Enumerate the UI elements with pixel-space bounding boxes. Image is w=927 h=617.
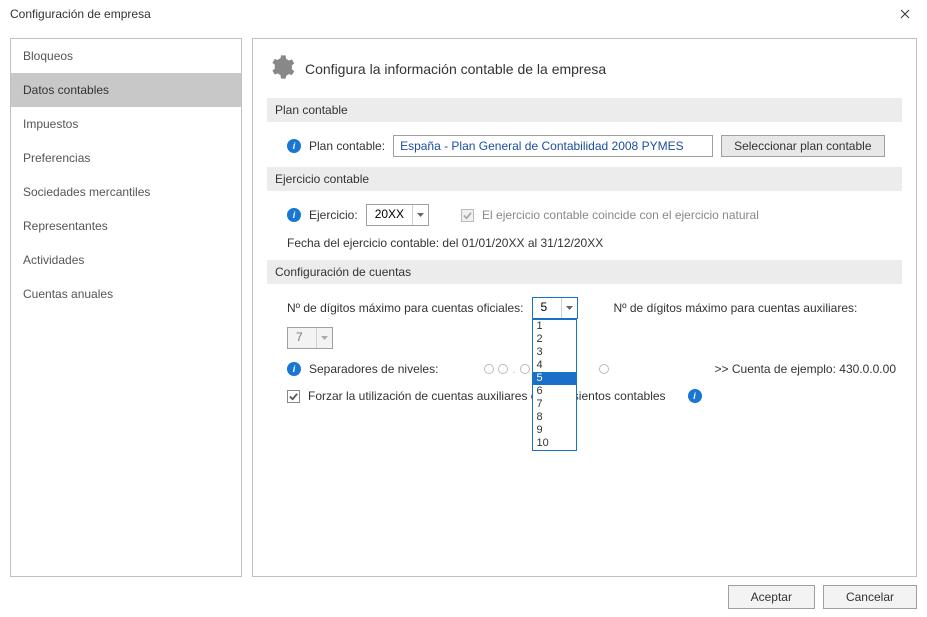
sidebar-item-impuestos[interactable]: Impuestos	[11, 107, 241, 141]
cancelar-button[interactable]: Cancelar	[823, 585, 917, 609]
forzar-label: Forzar la utilización de cuentas auxilia…	[308, 389, 666, 403]
plan-contable-label: Plan contable:	[309, 139, 385, 153]
ejercicio-label: Ejercicio:	[309, 208, 358, 222]
plan-contable-input[interactable]	[393, 135, 713, 157]
section-plan-contable: Plan contable	[267, 98, 902, 122]
sidebar-item-cuentas-anuales[interactable]: Cuentas anuales	[11, 277, 241, 311]
dropdown-item[interactable]: 4	[533, 359, 576, 372]
dropdown-item[interactable]: 7	[533, 398, 576, 411]
sidebar-item-preferencias[interactable]: Preferencias	[11, 141, 241, 175]
window-title: Configuración de empresa	[10, 7, 151, 21]
gear-icon	[267, 53, 295, 84]
content-panel: Configura la información contable de la …	[252, 38, 917, 577]
info-icon[interactable]: i	[688, 389, 702, 403]
dropdown-item[interactable]: 8	[533, 411, 576, 424]
cuenta-ejemplo-label: >> Cuenta de ejemplo: 430.0.0.00	[715, 362, 896, 376]
info-icon[interactable]: i	[287, 208, 301, 222]
seleccionar-plan-button[interactable]: Seleccionar plan contable	[721, 135, 884, 157]
dropdown-item[interactable]: 2	[533, 333, 576, 346]
auxiliares-combo[interactable]: 7	[287, 327, 333, 349]
oficiales-combo[interactable]: 5	[532, 297, 578, 319]
sidebar: Bloqueos Datos contables Impuestos Prefe…	[10, 38, 242, 577]
close-icon[interactable]	[891, 3, 919, 25]
chevron-down-icon[interactable]	[316, 328, 332, 348]
page-title: Configura la información contable de la …	[305, 61, 606, 77]
sidebar-item-representantes[interactable]: Representantes	[11, 209, 241, 243]
info-icon[interactable]: i	[287, 139, 301, 153]
auxiliares-label: Nº de dígitos máximo para cuentas auxili…	[614, 301, 858, 315]
aceptar-button[interactable]: Aceptar	[728, 585, 815, 609]
forzar-checkbox[interactable]	[287, 390, 300, 403]
chevron-down-icon[interactable]	[412, 205, 428, 225]
sidebar-item-datos-contables[interactable]: Datos contables	[11, 73, 241, 107]
dropdown-item[interactable]: 1	[533, 320, 576, 333]
chevron-down-icon[interactable]	[561, 298, 577, 318]
sidebar-item-bloqueos[interactable]: Bloqueos	[11, 39, 241, 73]
oficiales-dropdown[interactable]: 1 2 3 4 5 6 7 8 9 10	[532, 319, 577, 451]
dropdown-item[interactable]: 6	[533, 385, 576, 398]
fecha-ejercicio-label: Fecha del ejercicio contable: del 01/01/…	[287, 236, 603, 250]
section-config-cuentas: Configuración de cuentas	[267, 260, 902, 284]
sidebar-item-actividades[interactable]: Actividades	[11, 243, 241, 277]
coincide-checkbox	[461, 209, 474, 222]
dropdown-item[interactable]: 10	[533, 437, 576, 450]
dropdown-item[interactable]: 5	[533, 372, 576, 385]
oficiales-label: Nº de dígitos máximo para cuentas oficia…	[287, 301, 524, 315]
sidebar-item-sociedades[interactable]: Sociedades mercantiles	[11, 175, 241, 209]
dropdown-item[interactable]: 9	[533, 424, 576, 437]
section-ejercicio: Ejercicio contable	[267, 167, 902, 191]
dropdown-item[interactable]: 3	[533, 346, 576, 359]
ejercicio-combo[interactable]: 20XX	[366, 204, 429, 226]
info-icon[interactable]: i	[287, 362, 301, 376]
coincide-label: El ejercicio contable coincide con el ej…	[482, 208, 759, 222]
separadores-label: Separadores de niveles:	[309, 362, 438, 376]
